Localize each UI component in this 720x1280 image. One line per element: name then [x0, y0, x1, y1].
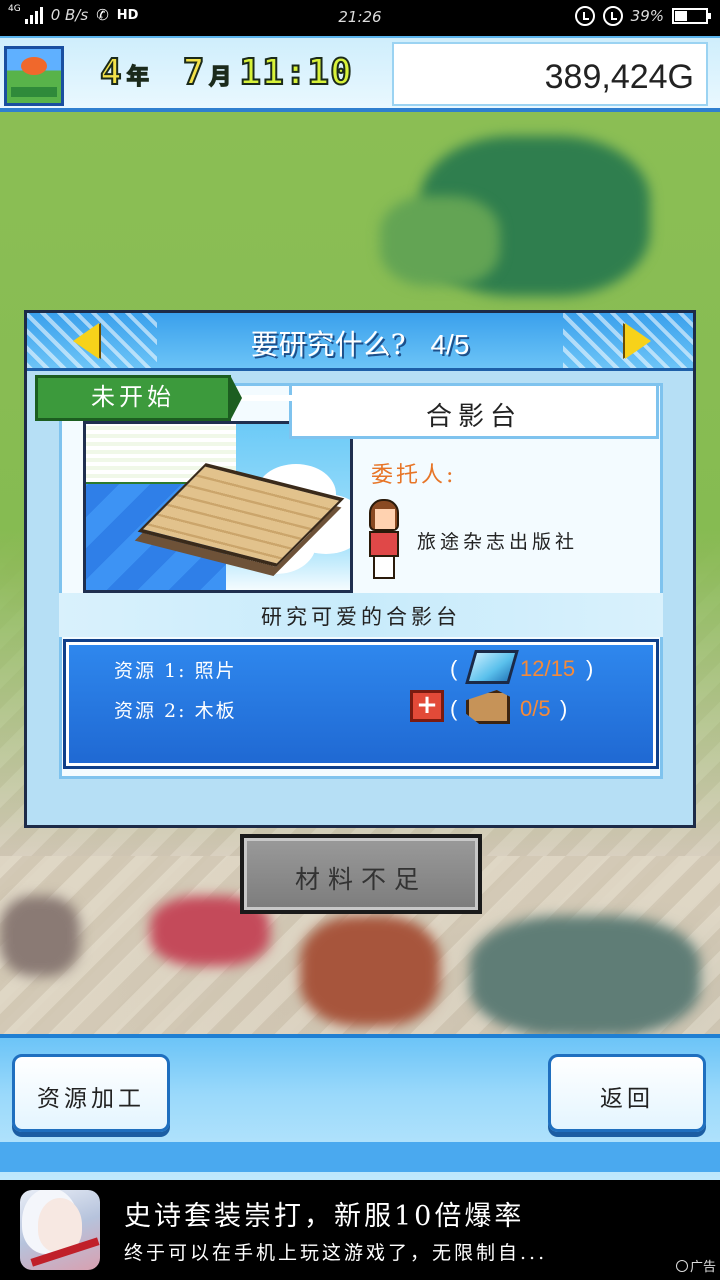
dialog-header: 要研究什么? 4/5	[27, 313, 693, 371]
paren-open: (	[450, 656, 458, 681]
ad-info-icon	[675, 1259, 688, 1272]
client-face	[375, 509, 395, 529]
resource-label: 资源 1: 照片	[114, 660, 237, 682]
shop-building	[300, 916, 440, 1026]
shop-building	[0, 896, 80, 976]
client-avatar	[363, 499, 405, 579]
item-name: 合影台	[425, 402, 522, 432]
money-amount: 389,424G	[544, 58, 694, 96]
rotation-lock-icon	[574, 6, 595, 26]
company-logo-icon[interactable]	[4, 46, 64, 106]
resource-processing-button[interactable]: 资源加工	[12, 1054, 170, 1132]
ad-tag-label: 广告	[689, 1260, 716, 1275]
paren-open: (	[450, 696, 458, 721]
item-name-box: 合影台	[289, 383, 659, 439]
back-label: 返回	[600, 1086, 654, 1112]
month-number: 7	[182, 51, 206, 94]
ad-tag: 广告	[675, 1256, 716, 1275]
resource-row: 资源 1: 照片 ( 12/15 )	[114, 650, 654, 684]
insufficient-materials-button[interactable]: 材料不足	[240, 834, 482, 914]
plank-icon	[466, 690, 510, 724]
top-hud: 4 年 7 月 11:10 389,424G	[0, 36, 720, 112]
client-label: 委托人:	[371, 463, 457, 488]
dialog-title-text: 要研究什么?	[250, 328, 406, 361]
ad-description[interactable]: 终于可以在手机上玩这游戏了，无限制自...	[124, 1238, 672, 1265]
client-body	[369, 531, 399, 557]
battery-icon	[672, 8, 711, 24]
alarm-icon	[602, 6, 623, 26]
tree-cluster	[380, 196, 500, 286]
client-name: 旅途杂志出版社	[417, 531, 579, 553]
game-clock: 11:10	[238, 51, 353, 94]
resource-count: 0/5	[520, 696, 551, 721]
description-band: 研究可爱的合影台	[59, 593, 663, 637]
bottom-bar: 资源加工 返回	[0, 1034, 720, 1180]
insufficient-materials-label: 材料不足	[294, 865, 427, 894]
dialog-title: 要研究什么? 4/5	[27, 323, 693, 363]
ad-thumbnail[interactable]	[20, 1190, 100, 1270]
client-legs	[373, 557, 395, 579]
resource-processing-label: 资源加工	[37, 1086, 145, 1112]
item-preview-image	[83, 421, 353, 593]
game-date: 4 年 7 月 11:10	[99, 51, 353, 94]
year-unit: 年	[126, 64, 150, 91]
resource-row: 资源 2: 木板 ( 0/5 )	[114, 690, 654, 724]
year-number: 4	[99, 51, 123, 94]
battery-percent: 39%	[630, 7, 664, 25]
paren-close: )	[586, 656, 594, 681]
research-dialog: 要研究什么? 4/5 未开始 合影台 委托人: 旅途杂志出版社 研究可爱的合影台…	[24, 310, 696, 828]
paren-close: )	[560, 696, 568, 721]
status-tag-label: 未开始	[91, 383, 175, 411]
resource-label: 资源 2: 木板	[114, 700, 237, 722]
next-arrow-icon[interactable]	[625, 323, 651, 359]
resource-panel: 资源 1: 照片 ( 12/15 ) 资源 2: 木板 ( 0/5 ) +	[63, 639, 659, 769]
status-bar: 4G 0 B/s ✆ HD 21:26 39%	[0, 0, 720, 36]
bottom-stripe	[0, 1142, 720, 1172]
photo-icon	[465, 650, 519, 684]
research-description: 研究可爱的合影台	[261, 605, 461, 629]
resource-count: 12/15	[520, 656, 576, 681]
back-button[interactable]: 返回	[548, 1054, 706, 1132]
shop-building	[470, 916, 700, 1036]
money-display: 389,424G	[392, 42, 708, 106]
add-resource-button[interactable]: +	[410, 690, 444, 722]
ad-banner[interactable]: 史诗套装崇打，新服10倍爆率 终于可以在手机上玩这游戏了，无限制自... 广告	[0, 1180, 720, 1280]
page-indicator: 4/5	[430, 329, 470, 360]
status-tag: 未开始	[35, 375, 242, 421]
status-right: 39%	[574, 6, 711, 26]
ad-title[interactable]: 史诗套装崇打，新服10倍爆率	[124, 1194, 524, 1233]
month-unit: 月	[209, 64, 233, 91]
